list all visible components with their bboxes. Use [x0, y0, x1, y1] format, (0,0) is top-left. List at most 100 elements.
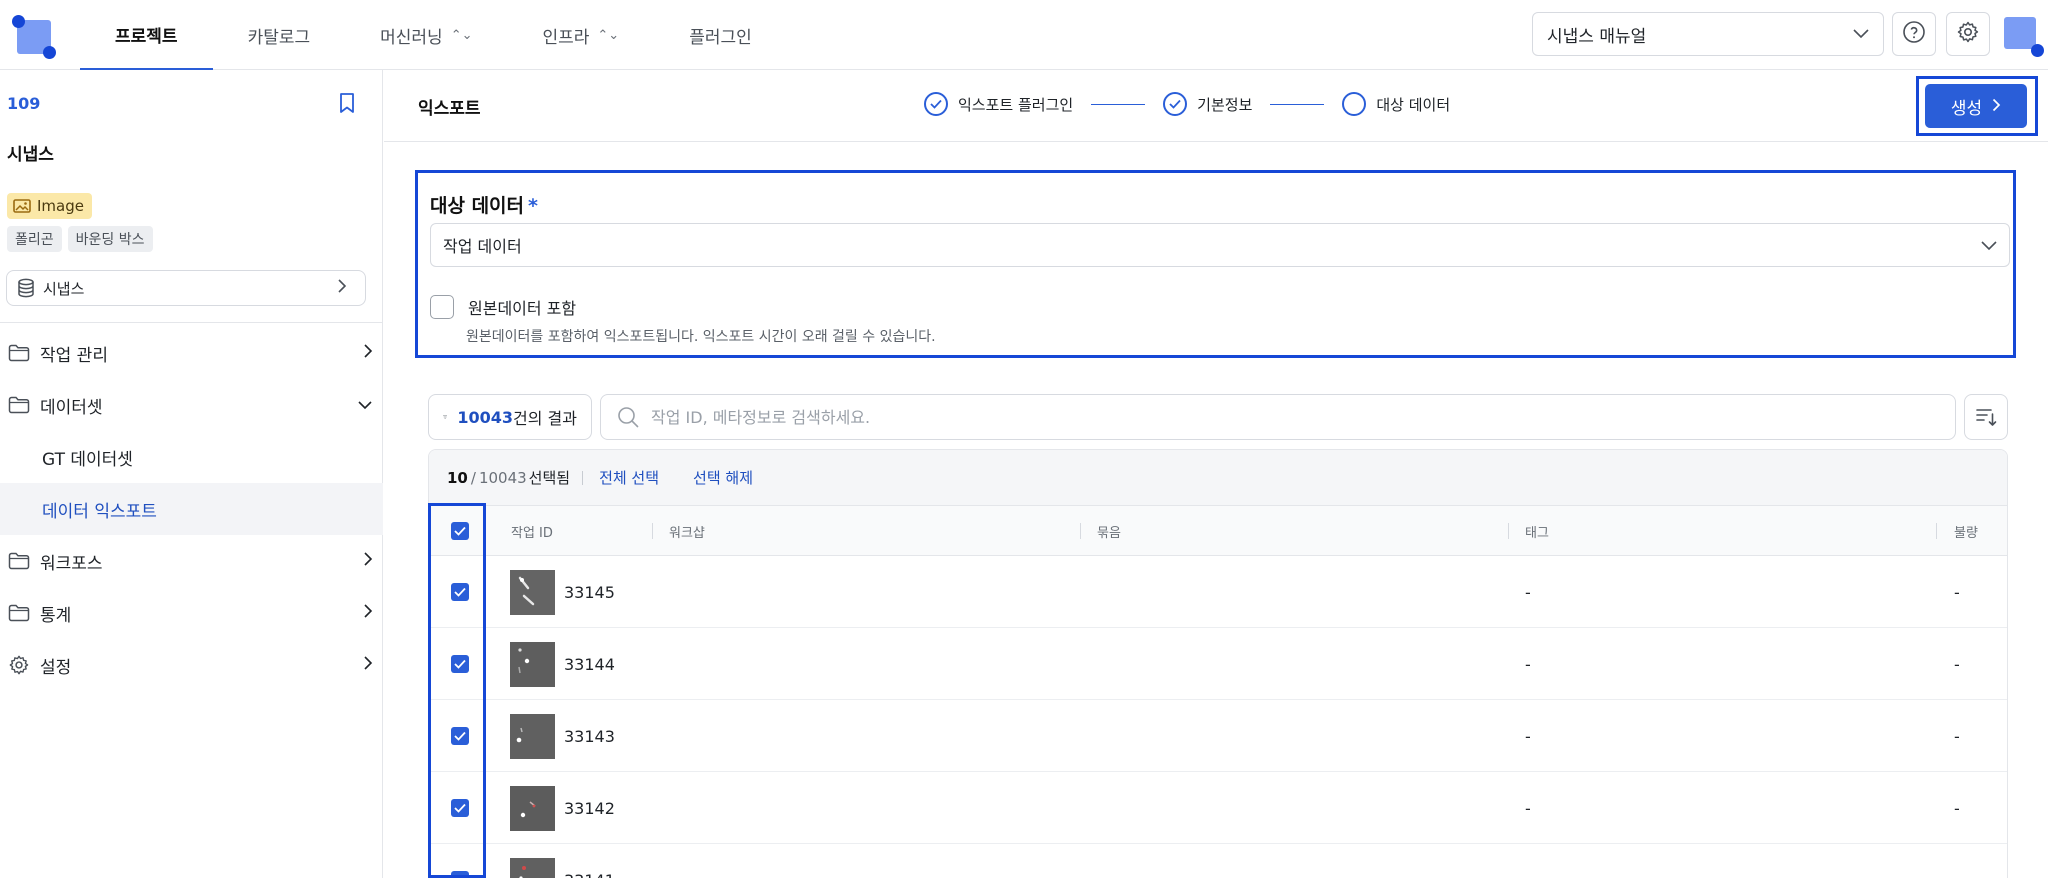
table-row[interactable]: 33143 - - [429, 700, 2007, 772]
step-basic-info[interactable]: 기본정보 [1163, 92, 1252, 116]
table-row[interactable]: 33145 - - [429, 556, 2007, 628]
selected-suffix: 선택됨 [528, 469, 571, 487]
column-header-tag[interactable]: 태그 [1525, 506, 1549, 556]
cell-tag: - [1525, 798, 1531, 818]
chevron-right-icon [363, 551, 373, 572]
annotation-type-chips: 폴리곤 바운딩 박스 [7, 226, 153, 252]
user-avatar[interactable] [2000, 13, 2044, 57]
app-logo[interactable] [12, 15, 56, 59]
sidebar-item-data-export[interactable]: 데이터 익스포트 [0, 483, 383, 535]
result-suffix: 건의 결과 [513, 409, 577, 428]
sidebar-item-task-management[interactable]: 작업 관리 [0, 327, 383, 379]
nav-item-plugins[interactable]: 플러그인 [654, 0, 787, 70]
sidebar-item-settings[interactable]: 설정 [0, 639, 383, 691]
row-checkbox[interactable] [451, 655, 469, 673]
dataset-select-value: 시냅스 [43, 279, 85, 298]
sidebar-item-label: 데이터 익스포트 [42, 501, 157, 522]
nav-item-catalog[interactable]: 카탈로그 [213, 0, 346, 70]
row-checkbox[interactable] [451, 799, 469, 817]
create-button-highlight: 생성 [1916, 76, 2038, 136]
nav-item-infra[interactable]: 인프라 ⌃⌄ [507, 0, 654, 70]
table-row[interactable]: 33141 [429, 844, 2007, 878]
column-header-bundle[interactable]: 묶음 [1097, 506, 1121, 556]
sidebar-item-datasets[interactable]: 데이터셋 [0, 379, 383, 431]
chevron-right-icon [1992, 97, 2001, 116]
step-export-plugin[interactable]: 익스포트 플러그인 [924, 92, 1073, 116]
task-thumbnail [510, 570, 555, 615]
step-connector [1091, 103, 1146, 105]
nav-item-projects[interactable]: 프로젝트 [80, 0, 213, 70]
task-thumbnail [510, 714, 555, 759]
export-stepper: 익스포트 플러그인 기본정보 대상 데이터 [924, 92, 1450, 116]
project-name: 시냅스 [7, 145, 54, 165]
cell-defect: - [1954, 654, 1960, 674]
nav-label: 플러그인 [689, 27, 752, 48]
help-button[interactable] [1892, 12, 1936, 56]
settings-button[interactable] [1946, 12, 1990, 56]
filter-icon [443, 415, 448, 419]
total-count: 10043 [478, 468, 527, 487]
selection-bar: 10/10043 선택됨 전체 선택 선택 해제 [429, 450, 2007, 506]
check-icon [454, 731, 466, 741]
column-header-workshop[interactable]: 워크샵 [669, 506, 705, 556]
project-id: 109 [7, 94, 41, 113]
sidebar-item-label: 통계 [40, 605, 72, 626]
table-row[interactable]: 33142 - - [429, 772, 2007, 844]
sidebar-item-label: 작업 관리 [40, 345, 108, 366]
type-chip-image: Image [7, 193, 92, 219]
row-checkbox[interactable] [451, 871, 469, 878]
task-thumbnail [510, 786, 555, 831]
column-divider [1508, 523, 1509, 539]
row-checkbox[interactable] [451, 583, 469, 601]
selected-count: 10 [447, 468, 468, 487]
sidebar-item-workforce[interactable]: 워크포스 [0, 535, 383, 587]
select-all-link[interactable]: 전체 선택 [599, 467, 659, 488]
step-target-data[interactable]: 대상 데이터 [1342, 92, 1450, 116]
target-data-section: 대상 데이터 * 작업 데이터 원본데이터 포함 원본데이터를 포함하여 익스포트… [415, 170, 2016, 358]
cell-tag: - [1525, 726, 1531, 746]
create-button[interactable]: 생성 [1925, 84, 2027, 128]
chevron-updown-icon: ⌃⌄ [450, 27, 473, 43]
sort-button[interactable] [1964, 394, 2008, 440]
nav-item-machine-learning[interactable]: 머신러닝 ⌃⌄ [345, 0, 507, 70]
target-title-label: 대상 데이터 [430, 195, 525, 217]
manual-select[interactable]: 시냅스 매뉴얼 [1532, 12, 1884, 56]
table-row[interactable]: 33144 - - [429, 628, 2007, 700]
chip-polygon: 폴리곤 [7, 226, 62, 252]
empty-circle-icon [1342, 92, 1367, 116]
cell-tag: - [1525, 654, 1531, 674]
nav-label: 카탈로그 [247, 27, 311, 48]
dataset-select[interactable]: 시냅스 [6, 270, 366, 306]
export-header: 익스포트 익스포트 플러그인 기본정보 대상 데이터 [384, 70, 2048, 142]
manual-select-value: 시냅스 매뉴얼 [1547, 26, 1647, 47]
sidebar-item-gt-datasets[interactable]: GT 데이터셋 [0, 431, 383, 483]
filter-button[interactable]: 10043 건의 결과 [428, 394, 592, 440]
target-data-select[interactable]: 작업 데이터 [430, 223, 2010, 267]
header-checkbox[interactable] [451, 522, 469, 540]
deselect-link[interactable]: 선택 해제 [693, 467, 753, 488]
check-icon [454, 803, 466, 813]
column-header-defect[interactable]: 불량 [1954, 506, 1978, 556]
cell-task-id: 33143 [564, 726, 615, 746]
folder-icon [8, 396, 30, 414]
bookmark-icon[interactable] [337, 92, 357, 118]
cell-task-id: 33141 [564, 844, 615, 878]
chevron-down-icon [357, 395, 373, 415]
gear-icon [9, 655, 29, 675]
task-thumbnail [510, 642, 555, 687]
row-checkbox[interactable] [451, 727, 469, 745]
cell-defect: - [1954, 582, 1960, 602]
chevron-right-icon [337, 278, 355, 298]
include-original-help: 원본데이터를 포함하여 익스포트됩니다. 익스포트 시간이 오래 걸릴 수 있습… [466, 329, 936, 345]
check-circle-icon [924, 92, 948, 116]
include-original-label[interactable]: 원본데이터 포함 [468, 295, 576, 319]
folder-icon [8, 604, 30, 622]
main-nav: 프로젝트 카탈로그 머신러닝 ⌃⌄ 인프라 ⌃⌄ 플러그인 [80, 0, 787, 70]
sidebar-item-statistics[interactable]: 통계 [0, 587, 383, 639]
sidebar-item-label: 설정 [40, 657, 72, 678]
create-button-label: 생성 [1950, 98, 1983, 119]
search-box[interactable] [600, 394, 1956, 440]
search-input[interactable] [651, 407, 1931, 427]
include-original-checkbox[interactable] [430, 295, 454, 319]
column-header-task-id[interactable]: 작업 ID [511, 506, 553, 556]
